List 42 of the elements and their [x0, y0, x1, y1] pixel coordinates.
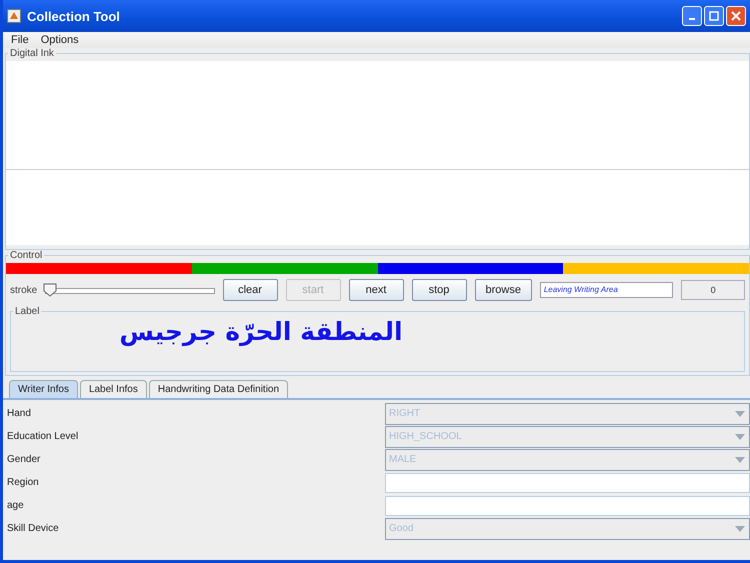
maximize-icon: [709, 11, 719, 21]
minimize-button[interactable]: [682, 6, 702, 26]
field-label: age: [6, 500, 25, 511]
dropdown-arrow-icon: [735, 526, 745, 532]
section-title: Digital Ink: [9, 48, 55, 59]
field-label: Region: [6, 477, 40, 488]
color-swatch[interactable]: [563, 263, 749, 274]
section-title: Label: [14, 306, 40, 317]
dropdown-arrow-icon: [735, 434, 745, 440]
stroke-slider[interactable]: [45, 283, 214, 297]
close-icon: [731, 11, 741, 21]
dropdown-arrow-icon: [735, 410, 745, 416]
menu-item[interactable]: Options: [40, 34, 79, 46]
field-label: Skill Device: [6, 523, 60, 534]
input-field[interactable]: [385, 496, 750, 516]
input-field[interactable]: [385, 472, 750, 492]
ink-canvas[interactable]: [6, 61, 749, 245]
action-button[interactable]: browse: [474, 279, 532, 301]
field-label: Education Level: [6, 431, 80, 442]
action-button[interactable]: stop: [412, 279, 466, 301]
stroke-label: stroke: [10, 284, 38, 296]
color-swatch[interactable]: [6, 263, 192, 274]
label-text: المنطقة الحرّة جرجيس: [118, 317, 404, 346]
section-title: Control: [9, 250, 44, 261]
slider-thumb[interactable]: [43, 283, 58, 297]
color-swatch[interactable]: [192, 263, 378, 274]
action-button[interactable]: next: [348, 279, 404, 301]
close-button[interactable]: [726, 6, 746, 26]
field-label: Gender: [6, 454, 42, 465]
window-title: Collection Tool: [27, 8, 120, 24]
app-icon: [7, 9, 21, 23]
status-field: Leaving Writing Area: [540, 282, 674, 298]
tab[interactable]: Writer Infos: [9, 380, 78, 398]
tab[interactable]: Label Infos: [80, 380, 147, 398]
count-field: 0: [681, 280, 745, 300]
maximize-button[interactable]: [704, 6, 724, 26]
action-button[interactable]: clear: [222, 279, 278, 301]
menu-item[interactable]: File: [11, 34, 29, 46]
tab[interactable]: Handwriting Data Definition: [148, 380, 288, 398]
color-swatch[interactable]: [378, 263, 564, 274]
field-label: Hand: [6, 408, 32, 419]
dropdown-arrow-icon: [735, 456, 745, 462]
